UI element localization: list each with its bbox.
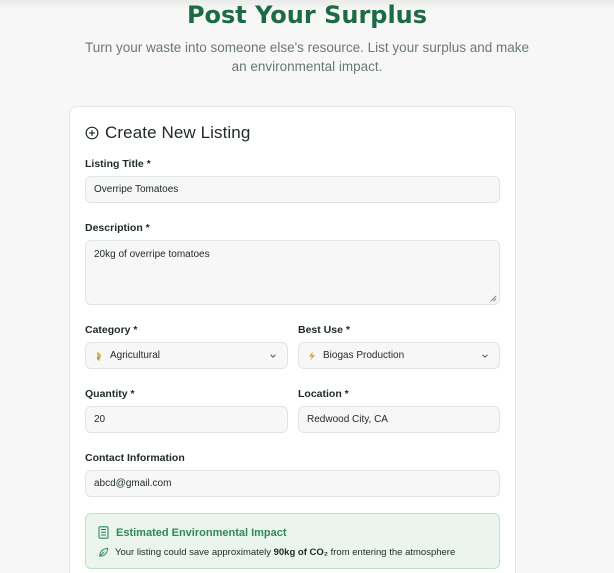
- listing-title-label: Listing Title *: [85, 158, 151, 170]
- calculator-icon: [98, 526, 109, 539]
- impact-header: Estimated Environmental Impact: [98, 526, 287, 539]
- quantity-label: Quantity *: [85, 388, 135, 400]
- contact-value: abcd@gmail.com: [94, 478, 172, 489]
- best-use-label: Best Use *: [298, 324, 350, 336]
- quantity-input[interactable]: 20: [85, 406, 288, 433]
- description-value: 20kg of overripe tomatoes: [94, 249, 210, 260]
- plus-circle-icon: [85, 126, 99, 140]
- category-select[interactable]: Agricultural: [85, 342, 288, 369]
- chevron-down-icon: [270, 354, 276, 358]
- card-title: Create New Listing: [105, 123, 251, 142]
- impact-title: Estimated Environmental Impact: [116, 526, 287, 539]
- description-textarea[interactable]: 20kg of overripe tomatoes: [85, 240, 500, 305]
- page-title: Post Your Surplus: [186, 1, 428, 29]
- quantity-value: 20: [94, 414, 106, 425]
- best-use-value: Biogas Production: [323, 350, 405, 361]
- lightning-icon: [307, 351, 317, 361]
- location-label: Location *: [298, 388, 349, 400]
- contact-label: Contact Information: [85, 452, 185, 464]
- wheat-icon: [94, 351, 104, 361]
- category-value: Agricultural: [110, 350, 161, 361]
- chevron-down-icon: [482, 354, 488, 358]
- impact-text-after: from entering the atmosphere: [330, 547, 456, 558]
- location-value: Redwood City, CA: [307, 414, 388, 425]
- listing-title-value: Overripe Tomatoes: [94, 184, 179, 195]
- create-listing-card: Create New Listing Listing Title * Overr…: [69, 106, 516, 573]
- impact-text: Your listing could save approximately 90…: [98, 547, 455, 558]
- impact-amount: 90kg of CO₂: [273, 547, 328, 558]
- category-label: Category *: [85, 324, 138, 336]
- best-use-select[interactable]: Biogas Production: [298, 342, 500, 369]
- contact-input[interactable]: abcd@gmail.com: [85, 470, 500, 497]
- impact-panel: Estimated Environmental Impact Your list…: [85, 513, 500, 569]
- page-subtitle: Turn your waste into someone else's reso…: [84, 40, 530, 74]
- listing-title-input[interactable]: Overripe Tomatoes: [85, 176, 500, 203]
- leaf-icon: [99, 547, 109, 557]
- impact-text-before: Your listing could save approximately: [115, 547, 271, 558]
- resize-grip-icon[interactable]: [490, 295, 497, 302]
- location-input[interactable]: Redwood City, CA: [298, 406, 500, 433]
- description-label: Description *: [85, 222, 150, 234]
- card-header: Create New Listing: [85, 122, 250, 144]
